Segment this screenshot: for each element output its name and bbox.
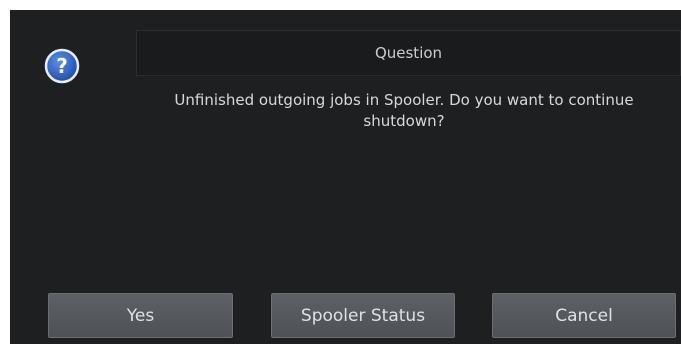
yes-button[interactable]: Yes bbox=[48, 293, 233, 338]
question-dialog: ? Question Unfinished outgoing jobs in S… bbox=[10, 10, 681, 344]
spooler-status-button[interactable]: Spooler Status bbox=[271, 293, 455, 338]
cancel-button[interactable]: Cancel bbox=[492, 293, 676, 338]
question-icon: ? bbox=[44, 48, 80, 84]
svg-text:?: ? bbox=[56, 54, 68, 78]
dialog-title: Question bbox=[136, 30, 681, 76]
dialog-message: Unfinished outgoing jobs in Spooler. Do … bbox=[174, 91, 634, 130]
